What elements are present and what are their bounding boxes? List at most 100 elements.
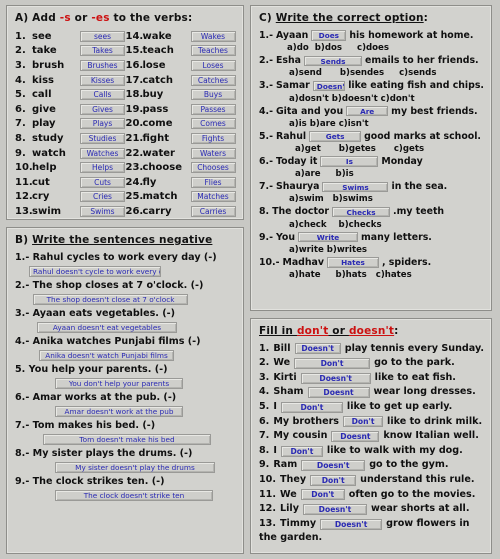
verb-answer-box[interactable]: Buys [190,89,236,101]
fill-in-answer-box[interactable]: Doesn't [294,343,341,355]
verb-answer-box[interactable]: Kisses [80,74,125,86]
verb-answer-box[interactable]: Watches [80,147,125,159]
option-answer-box[interactable]: Doesn't [312,80,346,92]
verb-answer-box[interactable]: Fights [190,132,236,144]
verb-row: 24. fly Flies [126,175,237,190]
verb-answer-box[interactable]: Calls [80,89,125,101]
fill-in-text-after: wear shorts at all. [370,503,470,515]
verb-answer-box[interactable]: Matches [190,191,236,203]
fill-in-answer-box[interactable]: Doesnt [331,431,380,443]
fill-in-number: 12. [259,503,276,515]
negative-answer-box[interactable]: The shop doesn't close at 7 o'clock [33,294,188,305]
section-d-heading-dont: don't [296,324,329,337]
verb-answer-box[interactable]: Comes [190,118,236,130]
fill-in-answer-box[interactable]: Doesn't [320,518,383,530]
option-choices[interactable]: a)is b)are c)isn't [259,118,484,130]
option-choices[interactable]: a)check b)checks [259,219,484,231]
fill-in-answer-box[interactable]: Doesn't [302,504,367,516]
verb-number: 19. [125,103,144,115]
option-number: 2.- [259,55,273,67]
verb-word: pass [142,103,169,115]
option-answer-box[interactable]: Checks [332,206,391,218]
fill-in-answer-box[interactable]: Don't [310,474,357,486]
fill-in-answer-box[interactable]: Don't [280,401,343,413]
verb-answer-box[interactable]: Carries [190,205,236,217]
verb-answer-box[interactable]: Teaches [190,45,236,57]
verb-answer-box[interactable]: Cuts [80,176,125,188]
verb-answer-box[interactable]: Catches [190,74,236,86]
verb-word: study [32,132,64,144]
verb-answer-box[interactable]: Brushes [80,59,125,71]
verb-answer-box[interactable]: Helps [80,162,125,174]
fill-in-number: 1. [259,342,270,354]
option-choices[interactable]: a)get b)getes c)gets [259,143,484,155]
fill-in-answer-box[interactable]: Doesn't [300,372,371,384]
fill-in-answer-box[interactable]: Don't [294,358,371,370]
option-answer-box[interactable]: Sends [303,55,362,67]
negative-answer-box[interactable]: The clock doesn't strike ten [55,490,213,501]
option-answer-box[interactable]: Write [298,231,359,243]
option-text-before: Madhav [282,256,324,268]
option-choices[interactable]: a)dosn't b)doesn't c)don't [259,93,484,105]
verb-answer-box[interactable]: Flies [190,176,236,188]
option-choices[interactable]: a)are b)is [259,168,484,180]
negative-answer-box[interactable]: My sister doesn't play the drums [55,462,215,473]
verb-answer-box[interactable]: Plays [80,118,125,130]
verb-number: 24. [125,176,144,188]
fill-in-answer-box[interactable]: Don't [343,416,384,428]
option-choices[interactable]: a)send b)sendes c)sends [259,67,484,79]
option-number: 7.- [259,181,273,193]
verb-answer-box[interactable]: Waters [190,147,236,159]
option-answer-box[interactable]: Gets [309,131,362,142]
verb-word: kiss [32,74,54,86]
verb-number: 17. [125,74,144,86]
verb-answer-box[interactable]: Chooses [190,162,236,174]
option-answer-box[interactable]: Swims [322,181,389,193]
verb-word: carry [142,205,172,217]
fill-in-item: 1. Bill Doesn't play tennis every Sunday. [259,342,484,357]
option-question: 4.- Gita and you Are my best friends. [259,105,484,118]
negative-answer-box[interactable]: Amar doesn't work at the pub [55,406,183,417]
negative-answer-box[interactable]: Tom doesn't make his bed [43,434,211,445]
section-a-heading-red-es: -es [91,12,110,24]
fill-in-answer-box[interactable]: Doesn't [301,460,366,472]
section-c-heading: C) Write the correct option: [259,12,484,24]
negative-answer-box[interactable]: Rahul doesn't cycle to work every day [29,266,161,277]
section-b-heading-prefix: B) [15,234,33,246]
negative-answer-box[interactable]: Ayaan doesn't eat vegetables [37,322,177,333]
option-answer-box[interactable]: Are [346,105,389,117]
verb-answer-box[interactable]: Wakes [190,30,236,42]
verb-row: 22. water Waters [126,146,237,161]
correct-option-item: 1.- Ayaan Does his homework at home. a)do b)… [259,29,484,54]
fill-in-answer-box[interactable]: Don't [280,445,323,457]
fill-in-answer-box[interactable]: Doesnt [307,387,370,399]
fill-in-item: 12. Lily Doesn't wear shorts at all. [259,502,484,517]
negative-answer-box[interactable]: Anika doesn't watch Punjabi films [39,350,174,361]
option-choices[interactable]: a)do b)dos c)does [259,42,484,54]
option-answer-box[interactable]: Does [311,30,347,41]
verb-answer-box[interactable]: Cries [80,191,125,203]
option-text-after: Monday [381,156,423,168]
verb-answer-box[interactable]: Loses [190,59,236,71]
verb-word: take [32,45,57,57]
option-choices[interactable]: a)write b)writes [259,244,484,256]
verb-answer-box[interactable]: Gives [80,103,125,115]
section-d-heading-doesnt: doesn't [348,324,395,337]
verb-answer-box[interactable]: Passes [190,103,236,115]
verb-answer-box[interactable]: Studies [80,132,125,144]
verb-answer-box[interactable]: sees [80,30,125,42]
verb-answer-box[interactable]: Takes [80,45,125,57]
section-a-heading: A) Add -s or -es to the verbs: [15,12,236,24]
option-answer-box[interactable]: Is [320,156,379,167]
verb-row: 23. choose Chooses [126,160,237,175]
option-choices[interactable]: a)hate b)hats c)hates [259,269,484,281]
fill-in-list: 1. Bill Doesn't play tennis every Sunday. 2.… [259,342,484,532]
verb-number: 10. [15,162,33,174]
option-choices[interactable]: a)swim b)swims [259,193,484,205]
option-answer-box[interactable]: Hates [326,257,379,268]
verb-number: 11. [15,176,33,188]
negative-answer-box[interactable]: You don't help your parents [55,378,183,389]
fill-in-answer-box[interactable]: Don't [300,489,345,501]
verb-answer-box[interactable]: Swims [80,205,125,217]
option-text-after: my best friends. [391,105,478,117]
